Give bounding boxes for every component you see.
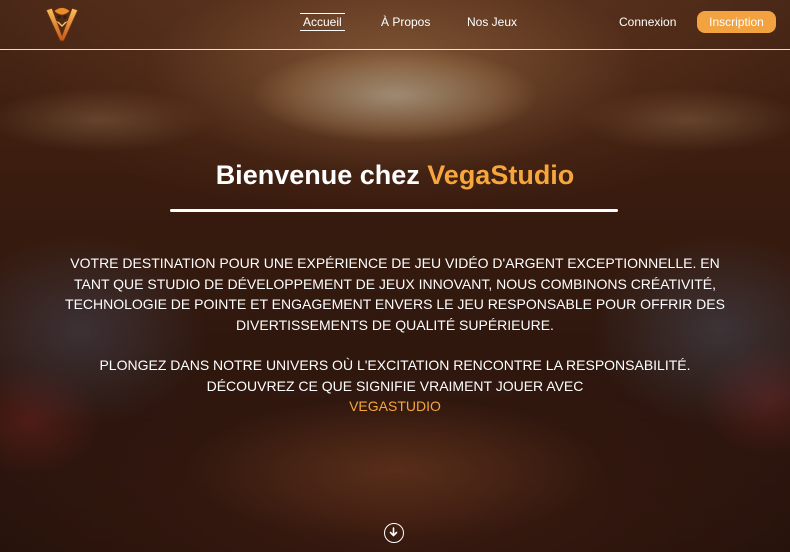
title-divider <box>170 209 618 212</box>
hero-paragraph-2: Plongez dans notre univers où l'excitati… <box>80 355 710 417</box>
login-button[interactable]: Connexion <box>619 15 676 29</box>
site-header: Accueil À Propos Nos Jeux Connexion Insc… <box>0 0 790 50</box>
vegastudio-logo[interactable] <box>43 5 81 43</box>
hero-title: Bienvenue chez VegaStudio <box>0 160 790 191</box>
nav-nos-jeux[interactable]: Nos Jeux <box>467 15 517 29</box>
nav-accueil[interactable]: Accueil <box>300 13 345 31</box>
arrow-down-circle-icon <box>389 527 398 537</box>
hero-paragraph-1: Votre destination pour une expérience de… <box>65 255 725 334</box>
scroll-down-button[interactable] <box>384 523 404 543</box>
signup-button[interactable]: Inscription <box>697 11 776 33</box>
nav-a-propos[interactable]: À Propos <box>381 15 430 29</box>
hero-title-brand: VegaStudio <box>427 160 575 190</box>
hero-paragraph-2-brand: VegaStudio <box>349 398 441 415</box>
hero-paragraph-2-text: Plongez dans notre univers où l'excitati… <box>99 357 691 394</box>
hero-title-prefix: Bienvenue chez <box>215 160 420 190</box>
